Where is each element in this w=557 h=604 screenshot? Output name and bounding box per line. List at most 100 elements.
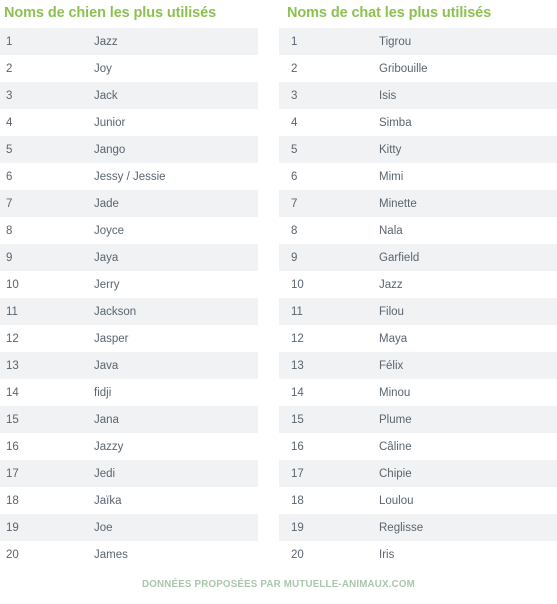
rank-cell: 16 [291, 440, 304, 453]
name-cell: Jerry [94, 278, 120, 291]
rank-cell: 1 [291, 35, 298, 48]
table-row: 16 Câline [279, 433, 557, 460]
name-cell: Jack [94, 89, 118, 102]
table-row: 16 Jazzy [0, 433, 258, 460]
rank-cell: 20 [291, 548, 304, 561]
table-row: 1 Tigrou [279, 28, 557, 55]
name-cell: Iris [379, 548, 395, 561]
name-cell: Jazz [379, 278, 403, 291]
table-row: 9 Garfield [279, 244, 557, 271]
name-cell: Java [94, 359, 119, 372]
rank-cell: 19 [6, 521, 19, 534]
table-row: 19 Joe [0, 514, 258, 541]
name-cell: Jedi [94, 467, 116, 480]
table-row: 4 Junior [0, 109, 258, 136]
dog-names-column: Noms de chien les plus utilisés 1 Jazz 2 Jo… [0, 0, 258, 568]
rank-cell: 3 [291, 89, 298, 102]
rank-cell: 10 [6, 278, 19, 291]
rank-cell: 14 [291, 386, 304, 399]
rank-cell: 14 [6, 386, 19, 399]
table-row: 2 Gribouille [279, 55, 557, 82]
name-cell: Maya [379, 332, 408, 345]
table-row: 5 Kitty [279, 136, 557, 163]
rank-cell: 5 [6, 143, 13, 156]
name-cell: Garfield [379, 251, 420, 264]
rank-cell: 16 [6, 440, 19, 453]
rank-cell: 6 [291, 170, 298, 183]
table-row: 8 Nala [279, 217, 557, 244]
table-row: 14 Minou [279, 379, 557, 406]
rank-cell: 8 [6, 224, 13, 237]
rank-cell: 13 [291, 359, 304, 372]
name-cell: Jasper [94, 332, 129, 345]
table-row: 8 Joyce [0, 217, 258, 244]
rank-cell: 12 [291, 332, 304, 345]
name-cell: Junior [94, 116, 126, 129]
name-cell: Chipie [379, 467, 412, 480]
rank-cell: 4 [291, 116, 298, 129]
table-row: 4 Simba [279, 109, 557, 136]
name-cell: Loulou [379, 494, 414, 507]
table-row: 2 Joy [0, 55, 258, 82]
name-cell: Jango [94, 143, 126, 156]
table-row: 17 Chipie [279, 460, 557, 487]
table-row: 12 Jasper [0, 325, 258, 352]
table-row: 20 Iris [279, 541, 557, 568]
rank-cell: 9 [291, 251, 298, 264]
name-cell: Jazzy [94, 440, 124, 453]
name-cell: Jaïka [94, 494, 122, 507]
rank-cell: 2 [6, 62, 13, 75]
name-cell: Kitty [379, 143, 402, 156]
table-row: 7 Minette [279, 190, 557, 217]
rank-cell: 13 [6, 359, 19, 372]
table-row: 15 Plume [279, 406, 557, 433]
name-cell: Câline [379, 440, 412, 453]
cat-names-table-body: 1 Tigrou 2 Gribouille 3 Isis 4 Simba 5 Kitty 6 Mimi… [279, 28, 557, 568]
rank-cell: 8 [291, 224, 298, 237]
rank-cell: 15 [6, 413, 19, 426]
name-cell: Jana [94, 413, 119, 426]
rank-cell: 17 [291, 467, 304, 480]
name-cell: Plume [379, 413, 412, 426]
name-cell: Nala [379, 224, 403, 237]
rank-cell: 20 [6, 548, 19, 561]
name-cell: fidji [94, 386, 112, 399]
source-credit: Données proposées par mutuelle-animaux.c… [142, 578, 415, 590]
table-row: 19 Reglisse [279, 514, 557, 541]
name-cell: Mimi [379, 170, 404, 183]
name-cell: Jazz [94, 35, 118, 48]
table-row: 6 Jessy / Jessie [0, 163, 258, 190]
name-cell: Filou [379, 305, 404, 318]
name-cell: Reglisse [379, 521, 424, 534]
name-cell: Jackson [94, 305, 137, 318]
table-row: 3 Isis [279, 82, 557, 109]
name-cell: Félix [379, 359, 404, 372]
rank-cell: 11 [6, 305, 18, 318]
table-row: 5 Jango [0, 136, 258, 163]
table-row: 18 Jaïka [0, 487, 258, 514]
name-cell: Simba [379, 116, 412, 129]
pet-names-infographic: Noms de chien les plus utilisés 1 Jazz 2 Jo… [0, 0, 557, 602]
name-cell: Jaya [94, 251, 119, 264]
rank-cell: 10 [291, 278, 304, 291]
dog-names-table: 1 Jazz 2 Joy 3 Jack 4 Junior 5 Jango 6 Jessy / Jess… [0, 28, 258, 568]
rank-cell: 4 [6, 116, 13, 129]
table-row: 15 Jana [0, 406, 258, 433]
rank-cell: 2 [291, 62, 298, 75]
cat-names-title: Noms de chat les plus utilisés [287, 5, 492, 21]
table-row: 17 Jedi [0, 460, 258, 487]
rank-cell: 6 [6, 170, 13, 183]
table-row: 1 Jazz [0, 28, 258, 55]
table-row: 20 James [0, 541, 258, 568]
rank-cell: 18 [291, 494, 304, 507]
table-row: 14 fidji [0, 379, 258, 406]
name-cell: Tigrou [379, 35, 412, 48]
rank-cell: 15 [291, 413, 304, 426]
table-row: 7 Jade [0, 190, 258, 217]
table-row: 3 Jack [0, 82, 258, 109]
dog-names-table-body: 1 Jazz 2 Joy 3 Jack 4 Junior 5 Jango 6 Jessy / Jess… [0, 28, 258, 568]
ranking-columns: Noms de chien les plus utilisés 1 Jazz 2 Jo… [0, 0, 557, 568]
table-row: 11 Jackson [0, 298, 258, 325]
rank-cell: 7 [6, 197, 13, 210]
rank-cell: 7 [291, 197, 298, 210]
